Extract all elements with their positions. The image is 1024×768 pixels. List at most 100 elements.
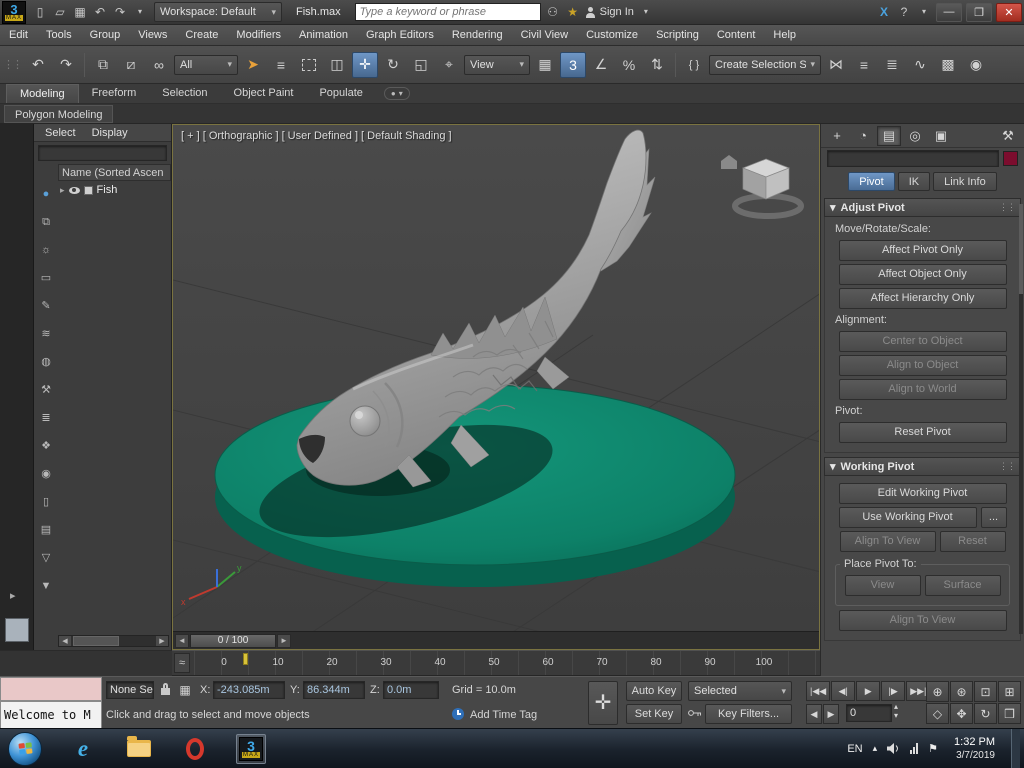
explorer-menu-display[interactable]: Display (85, 127, 135, 139)
reference-coordinate-combo[interactable]: View ▾ (464, 54, 530, 75)
unlink-icon[interactable]: ⧄ (118, 52, 144, 78)
scroll-right-icon[interactable]: ▶ (156, 636, 168, 646)
reset-pivot-button[interactable]: Reset Pivot (838, 422, 1007, 443)
y-coord-field[interactable]: 86.344m (303, 681, 365, 699)
show-desktop-button[interactable] (1011, 728, 1020, 768)
save-file-icon[interactable]: ▦ (70, 4, 90, 20)
zoom-all-icon[interactable]: ⊛ (950, 681, 973, 702)
add-time-tag-label[interactable]: Add Time Tag (470, 706, 537, 724)
motion-tab-icon[interactable]: ◎ (903, 126, 927, 146)
explorer-tool-copy-icon[interactable]: ⧉ (38, 214, 54, 230)
explorer-tool-filter2-icon[interactable]: ▼ (38, 578, 54, 594)
time-slider-handle[interactable]: 0 / 100 (190, 633, 276, 648)
search-binoculars-icon[interactable]: ⚇ (545, 4, 561, 20)
go-to-start-button[interactable]: |◀◀ (806, 681, 831, 701)
explorer-tool-helpers-icon[interactable]: ✎ (38, 298, 54, 314)
affect-object-only-button[interactable]: Affect Object Only (838, 264, 1007, 285)
layer-manager-icon[interactable]: ≣ (879, 52, 905, 78)
start-button[interactable] (8, 731, 42, 766)
auto-key-button[interactable]: Auto Key (626, 681, 682, 701)
viewport-layout-tab[interactable] (5, 618, 29, 642)
zoom-extents-icon[interactable]: ⊡ (974, 681, 997, 702)
explorer-row-fish[interactable]: ▸ Fish (58, 181, 171, 199)
place-view-button[interactable]: View (844, 575, 921, 596)
explorer-item-label[interactable]: Fish (97, 184, 118, 196)
menu-animation[interactable]: Animation (290, 25, 357, 46)
undo-button[interactable]: ↶ (25, 52, 51, 78)
help-icon[interactable]: ? (896, 4, 912, 20)
time-marker[interactable] (243, 653, 248, 665)
search-box[interactable] (354, 3, 541, 21)
taskbar-explorer-icon[interactable] (124, 734, 154, 764)
utilities-tab-icon[interactable]: ⚒ (996, 126, 1020, 146)
menu-group[interactable]: Group (81, 25, 130, 46)
select-place-button[interactable]: ⌖ (436, 52, 462, 78)
explorer-tool-spacewarps-icon[interactable]: ≋ (38, 326, 54, 342)
selection-filter-combo[interactable]: All ▾ (174, 54, 238, 75)
use-working-pivot-button[interactable]: Use Working Pivot (838, 507, 977, 528)
affect-hierarchy-only-button[interactable]: Affect Hierarchy Only (838, 288, 1007, 309)
render-button[interactable]: ◉ (963, 52, 989, 78)
window-crossing-icon[interactable]: ◫ (324, 52, 350, 78)
menu-content[interactable]: Content (708, 25, 765, 46)
ik-tab-button[interactable]: IK (897, 172, 931, 191)
select-scale-button[interactable]: ◱ (408, 52, 434, 78)
ribbon-config-button[interactable]: ● ▾ (383, 87, 410, 100)
explorer-search-field[interactable] (38, 145, 167, 161)
key-filters-button[interactable]: Key Filters... (705, 704, 792, 724)
redo-icon[interactable]: ↷ (110, 4, 130, 20)
scroll-thumb[interactable] (1019, 204, 1023, 294)
transform-gizmo-icon[interactable]: ✛ (588, 681, 618, 725)
modify-tab-icon[interactable]: ◔ (851, 126, 875, 146)
explorer-tool-cameras-icon[interactable]: ▭ (38, 270, 54, 286)
viewport-annotation[interactable]: [ + ] [ Orthographic ] [ User Defined ] … (181, 130, 452, 142)
pan-icon[interactable]: ✥ (950, 703, 973, 724)
app-logo[interactable]: 3 MAX (2, 0, 26, 24)
redo-button[interactable]: ↷ (53, 52, 79, 78)
signin-dropdown-icon[interactable]: ▾ (638, 4, 654, 20)
frame-spinner[interactable]: ▴ ▾ (894, 702, 898, 720)
scroll-left-icon[interactable]: ◀ (59, 636, 71, 646)
taskbar-ie-icon[interactable]: e (68, 734, 98, 764)
network-icon[interactable] (910, 743, 919, 754)
time-tag-clock-icon[interactable] (452, 708, 464, 720)
selected-key-set-combo[interactable]: Selected ▾ (688, 681, 792, 701)
communication-center-icon[interactable]: X (876, 4, 892, 20)
explorer-tool-groups-icon[interactable]: ◍ (38, 354, 54, 370)
wp-reset-button[interactable]: Reset (939, 531, 1006, 552)
menu-modifiers[interactable]: Modifiers (227, 25, 290, 46)
named-selection-set-combo[interactable]: Create Selection Se ▾ (709, 54, 821, 75)
scroll-thumb[interactable] (73, 636, 119, 646)
explorer-menu-select[interactable]: Select (38, 127, 83, 139)
region-select-icon[interactable] (296, 52, 322, 78)
explorer-tool-geometry-icon[interactable]: ▤ (38, 522, 54, 538)
key-forward-icon[interactable]: ▶ (823, 704, 839, 724)
expand-panel-icon[interactable]: ▸ (10, 589, 16, 602)
menu-views[interactable]: Views (129, 25, 176, 46)
menu-graph-editors[interactable]: Graph Editors (357, 25, 443, 46)
command-panel-scrollbar[interactable] (1019, 204, 1023, 634)
ribbon-tab-selection[interactable]: Selection (149, 84, 220, 103)
workspace-combo[interactable]: Workspace: Default ▾ (154, 2, 282, 22)
working-pivot-header[interactable]: ▾ Working Pivot ⋮⋮ (824, 457, 1021, 476)
speaker-icon[interactable] (887, 743, 900, 754)
menu-help[interactable]: Help (764, 25, 805, 46)
ribbon-tab-freeform[interactable]: Freeform (79, 84, 150, 103)
menu-edit[interactable]: Edit (0, 25, 37, 46)
search-input[interactable] (355, 6, 540, 18)
sign-in-label[interactable]: Sign In (600, 6, 634, 18)
taskbar-3dsmax-icon[interactable]: 3 MAX (236, 733, 266, 764)
new-file-icon[interactable]: ▯ (30, 4, 50, 20)
open-file-icon[interactable]: ▱ (50, 4, 70, 20)
selection-lock-icon[interactable] (160, 683, 172, 695)
expand-node-icon[interactable]: ▸ (60, 185, 65, 196)
toolbar-grip[interactable]: ⋮⋮ (3, 58, 23, 71)
curve-editor-icon[interactable]: ∿ (907, 52, 933, 78)
time-slider-next-icon[interactable]: ► (277, 633, 291, 648)
select-link-icon[interactable]: ⧉ (90, 52, 116, 78)
explorer-tool-hidden-icon[interactable]: ◉ (38, 466, 54, 482)
explorer-tool-containers-icon[interactable]: ≣ (38, 410, 54, 426)
edit-working-pivot-button[interactable]: Edit Working Pivot (838, 483, 1007, 504)
close-button[interactable]: ✕ (996, 2, 1022, 22)
select-by-name-icon[interactable]: ≡ (268, 52, 294, 78)
